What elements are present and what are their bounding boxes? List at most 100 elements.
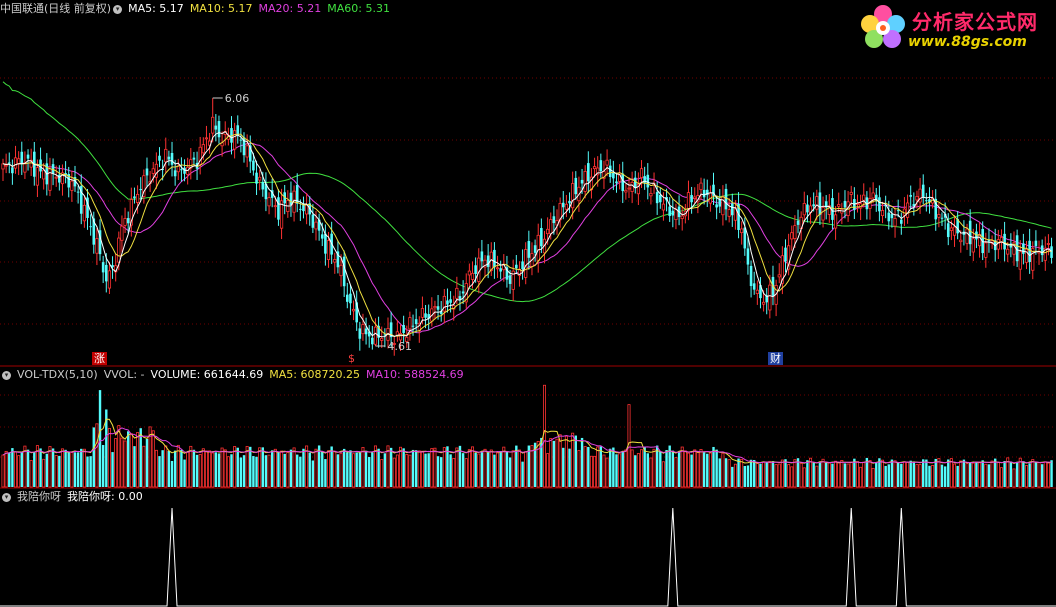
- volume-bar: [593, 455, 597, 488]
- volume-bar: [530, 445, 534, 488]
- volume-bar: [634, 455, 637, 487]
- candle-body: [574, 177, 578, 195]
- candle-body: [302, 204, 305, 212]
- chevron-down-icon[interactable]: ▾: [2, 370, 11, 380]
- candle-body: [890, 214, 894, 219]
- event-marker-dollar[interactable]: $: [346, 352, 357, 365]
- candle-body: [821, 207, 825, 221]
- candle-body: [104, 264, 108, 282]
- volume-bar: [937, 458, 941, 488]
- candle-body: [549, 219, 553, 235]
- volume-bar: [355, 452, 358, 487]
- candle-body: [508, 275, 512, 284]
- volume-bar: [996, 462, 1000, 488]
- candle-body: [552, 216, 556, 224]
- volume-bar: [245, 446, 249, 488]
- candle-body: [1046, 243, 1051, 245]
- volume-bar: [918, 464, 922, 488]
- candle-body: [267, 197, 271, 207]
- volume-bar: [170, 460, 174, 487]
- candle-body: [655, 192, 659, 204]
- candle-body: [326, 240, 331, 260]
- volume-bar: [349, 450, 352, 487]
- volume-bar: [420, 450, 424, 488]
- volume-bar: [117, 425, 121, 488]
- volume-bar: [127, 431, 130, 487]
- candle-body: [449, 299, 452, 303]
- candle-body: [101, 262, 105, 273]
- custom-legend: ▾ 我陪你呀 我陪你呀: 0.00: [0, 489, 149, 505]
- volume-bar: [696, 452, 700, 488]
- chevron-down-icon[interactable]: ▾: [113, 4, 123, 14]
- volume-bar: [414, 450, 418, 487]
- high-price-label: 6.06: [225, 92, 250, 105]
- candle-body: [120, 225, 124, 241]
- candle-body: [339, 264, 343, 277]
- candle-body: [937, 214, 941, 218]
- candle-body: [946, 223, 950, 238]
- candle-body: [342, 256, 346, 287]
- candle-body: [135, 193, 140, 203]
- volume-bar: [896, 462, 900, 487]
- volume-bar: [777, 463, 781, 488]
- candle-body: [82, 204, 86, 222]
- volume-bar: [740, 458, 744, 488]
- volume-bar: [708, 452, 712, 488]
- volume-bar: [1046, 462, 1050, 488]
- candle-body: [702, 189, 706, 198]
- candle-body: [364, 328, 368, 335]
- candle-body: [564, 203, 569, 210]
- candle-body: [245, 145, 249, 158]
- volume-bar: [793, 459, 797, 488]
- event-marker-cai[interactable]: 财: [768, 352, 783, 365]
- volume-bar: [508, 457, 512, 487]
- candle-body: [201, 144, 205, 154]
- volume-bar: [834, 460, 838, 488]
- candle-body: [58, 174, 61, 183]
- volume-bar: [405, 453, 409, 488]
- signal-line: [0, 507, 1056, 607]
- stock-chart[interactable]: 6.06 4.61: [0, 0, 1056, 607]
- volume-bar: [54, 455, 58, 488]
- volume-bar: [517, 449, 521, 488]
- volume-bar: [968, 462, 972, 487]
- volume-bar: [546, 453, 550, 488]
- candle-body: [561, 202, 565, 208]
- volume-bar: [602, 454, 606, 488]
- candle-body: [659, 194, 662, 203]
- volume-bar: [330, 446, 333, 487]
- volume-bar: [292, 447, 296, 488]
- candle-body: [411, 325, 415, 327]
- volume-bar: [1025, 465, 1029, 488]
- volume-bar: [1003, 461, 1006, 487]
- volume-bar: [1034, 461, 1038, 487]
- candle-body: [1018, 251, 1022, 270]
- ma20-line: [2, 142, 1052, 334]
- volume-bar: [615, 454, 618, 487]
- volume-bar: [887, 464, 890, 487]
- volume-bar: [427, 453, 430, 487]
- volume-bar: [737, 458, 740, 487]
- volume-bar: [399, 446, 403, 488]
- volume-bar: [505, 451, 509, 487]
- candle-body: [1003, 233, 1006, 250]
- volume-bar: [446, 446, 449, 487]
- volume-bar: [583, 446, 587, 488]
- chevron-down-icon[interactable]: ▾: [2, 492, 11, 502]
- volume-bar: [802, 467, 806, 488]
- candle-body: [123, 218, 127, 226]
- volume-bar: [693, 449, 697, 488]
- volume-bar: [780, 459, 784, 488]
- volume-bar: [965, 463, 969, 488]
- candlesticks: [1, 98, 1053, 356]
- candle-body: [536, 234, 540, 262]
- event-marker-zhang[interactable]: 涨: [92, 352, 107, 365]
- volume-bar: [731, 466, 734, 487]
- volume-bar: [70, 452, 74, 488]
- candle-body: [486, 255, 490, 267]
- volume-bar: [176, 444, 180, 488]
- candle-body: [925, 200, 928, 202]
- ma-label-3: MA60: 5.31: [327, 2, 390, 15]
- volume-bar: [383, 453, 387, 487]
- candle-body: [1040, 245, 1044, 256]
